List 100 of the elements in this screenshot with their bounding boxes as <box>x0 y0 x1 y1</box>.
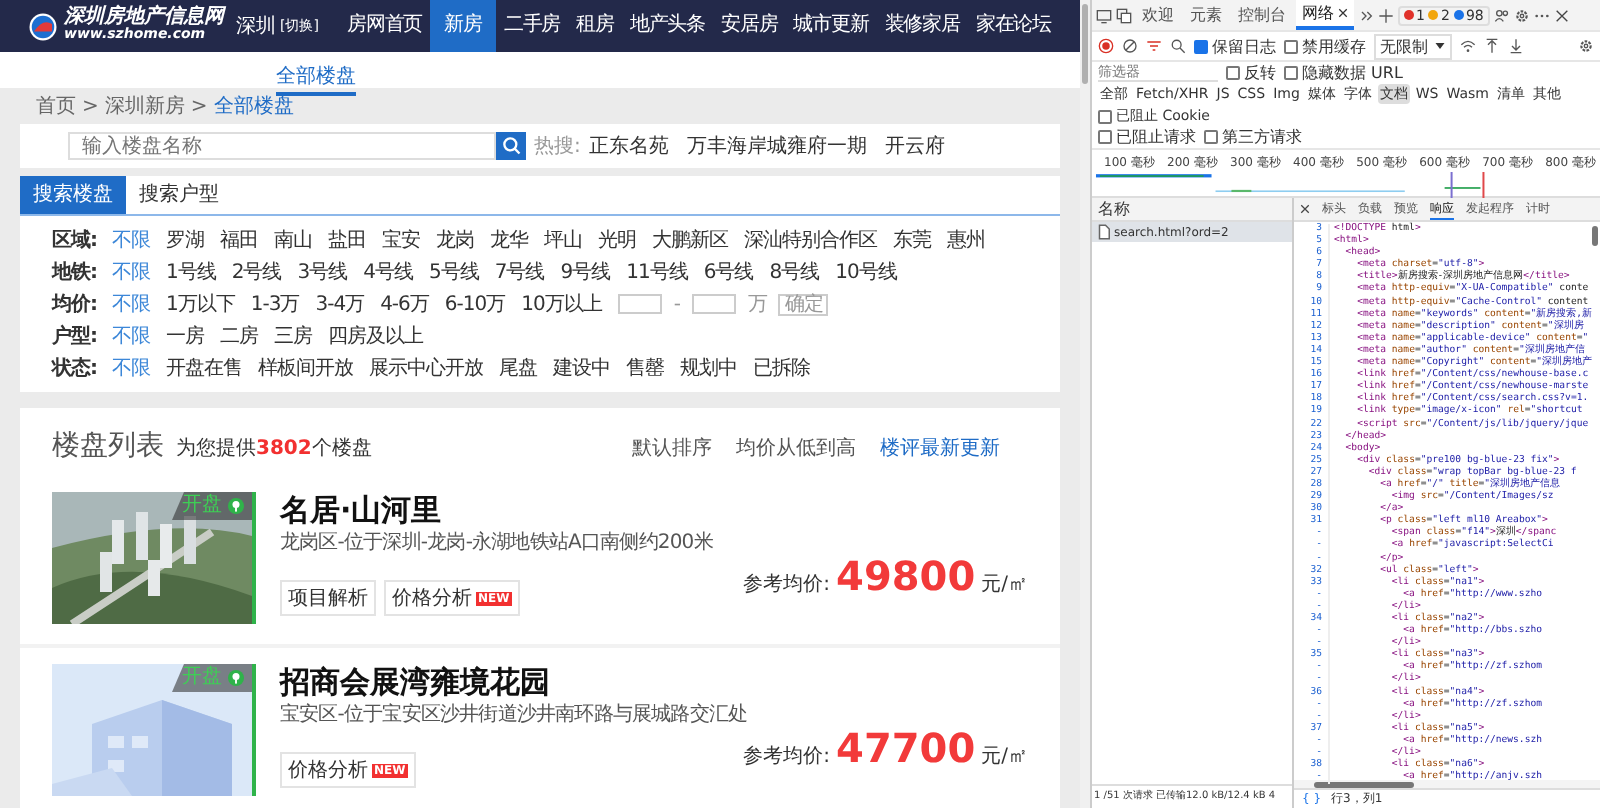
filter-option[interactable]: 南山 <box>274 226 312 254</box>
nav-item[interactable]: 城市更新 <box>785 0 877 52</box>
filter-option[interactable]: 尾盘 <box>499 354 537 382</box>
filter-option[interactable]: 罗湖 <box>166 226 204 254</box>
filter-option[interactable]: 2号线 <box>231 258 282 286</box>
filter-option[interactable]: 4号线 <box>363 258 413 286</box>
filter-option[interactable]: 11号线 <box>626 258 688 286</box>
filter-option[interactable]: 7号线 <box>494 258 545 286</box>
filter-option[interactable]: 6号线 <box>703 258 754 286</box>
hot-search-link[interactable]: 正东名苑 <box>588 132 669 160</box>
nav-item[interactable]: 二手房 <box>495 0 569 52</box>
sort-link[interactable]: 楼评最新更新 <box>880 434 1000 462</box>
filter-option[interactable]: 展示中心开放 <box>369 354 483 382</box>
search-tab[interactable]: 搜索户型 <box>126 176 232 214</box>
filter-option[interactable]: 不限 <box>112 354 150 382</box>
settings-icon[interactable] <box>1513 7 1530 23</box>
devtools-tab[interactable]: 欢迎 <box>1136 0 1180 30</box>
filter-option[interactable]: 福田 <box>220 226 258 254</box>
property-name[interactable]: 名居·山河里 <box>280 492 442 528</box>
hot-search-link[interactable]: 开云府 <box>884 132 945 160</box>
filter-option[interactable]: 样板间开放 <box>258 354 353 382</box>
filter-option[interactable]: 10号线 <box>835 258 897 286</box>
checkbox[interactable]: 已阻止请求 <box>1098 126 1196 148</box>
logo-icon[interactable] <box>28 11 58 41</box>
filter-option[interactable]: 深汕特别合作区 <box>744 226 877 254</box>
filter-option[interactable]: 3号线 <box>297 258 348 286</box>
filter-option[interactable]: 已拆除 <box>753 354 810 382</box>
devtools-tab[interactable]: 网络 <box>1296 0 1354 30</box>
record-icon[interactable] <box>1098 38 1114 54</box>
filter-option[interactable]: 四房及以上 <box>328 322 423 350</box>
devtools-tab[interactable]: 控制台 <box>1232 0 1292 30</box>
search-icon[interactable] <box>1170 38 1186 54</box>
checkbox[interactable]: 反转 <box>1226 62 1276 84</box>
filter-icon[interactable] <box>1146 38 1162 54</box>
search-field[interactable]: 输入楼盘名称 <box>68 132 496 160</box>
checkbox[interactable]: 隐藏数据 URL <box>1284 62 1403 84</box>
filter-option[interactable]: 龙岗 <box>436 226 474 254</box>
filter-option[interactable]: 光明 <box>598 226 636 254</box>
more-tabs-icon[interactable] <box>1358 7 1374 23</box>
filter-option[interactable]: 9号线 <box>560 258 611 286</box>
scrollbar[interactable] <box>1294 780 1600 788</box>
settings-icon[interactable] <box>1578 38 1594 54</box>
filter-option[interactable]: 不限 <box>112 290 150 318</box>
devtools-tab[interactable]: 元素 <box>1184 0 1228 30</box>
close-icon[interactable] <box>1553 7 1570 23</box>
filter-option[interactable]: 坪山 <box>544 226 582 254</box>
filter-option[interactable]: 大鹏新区 <box>652 226 728 254</box>
filter-option[interactable]: 盐田 <box>328 226 366 254</box>
download-icon[interactable] <box>1508 38 1524 54</box>
filter-option[interactable]: 建设中 <box>553 354 610 382</box>
filter-option[interactable]: 售罄 <box>626 354 664 382</box>
price-min-field[interactable] <box>617 294 662 314</box>
breadcrumb-link[interactable]: 首页 <box>36 92 76 120</box>
filter-option[interactable]: 二房 <box>220 322 258 350</box>
clear-icon[interactable] <box>1122 38 1138 54</box>
checkbox[interactable]: 禁用缓存 <box>1284 35 1366 57</box>
inspect-icon[interactable] <box>1116 7 1132 23</box>
filter-option[interactable]: 1-3万 <box>250 290 300 318</box>
logo-title[interactable]: 深圳房地产信息网 <box>64 8 224 26</box>
property-name[interactable]: 招商会展湾雍境花园 <box>280 664 550 700</box>
filter-option[interactable]: 龙华 <box>490 226 528 254</box>
nav-item[interactable]: 家在论坛 <box>967 0 1060 52</box>
filter-option[interactable]: 4-6万 <box>380 290 429 318</box>
close-icon[interactable] <box>1300 204 1310 214</box>
filter-option[interactable]: 三房 <box>274 322 312 350</box>
filter-option[interactable]: 1号线 <box>166 258 216 286</box>
nav-item[interactable]: 租房 <box>568 0 622 52</box>
filter-option[interactable]: 宝安 <box>382 226 420 254</box>
filter-option[interactable]: 10万以上 <box>521 290 602 318</box>
filter-option[interactable]: 不限 <box>112 226 150 254</box>
nav-item[interactable]: 装修家居 <box>876 0 968 52</box>
people-icon[interactable] <box>1493 7 1510 23</box>
sort-link[interactable]: 默认排序 <box>632 434 712 462</box>
filter-option[interactable]: 不限 <box>112 258 150 286</box>
price-max-field[interactable] <box>691 294 736 314</box>
nav-item[interactable]: 安居房 <box>713 0 786 52</box>
checkbox[interactable]: 第三方请求 <box>1204 126 1302 148</box>
filter-option[interactable]: 一房 <box>166 322 204 350</box>
search-button[interactable] <box>496 132 526 160</box>
search-tab[interactable]: 搜索楼盘 <box>20 176 126 214</box>
filter-option[interactable]: 惠州 <box>947 226 985 254</box>
hot-search-link[interactable]: 万丰海岸城雍府一期 <box>686 132 867 160</box>
filter-option[interactable]: 开盘在售 <box>166 354 242 382</box>
filter-option[interactable]: 5号线 <box>429 258 479 286</box>
checkbox[interactable]: 保留日志 <box>1194 35 1276 57</box>
add-icon[interactable] <box>1378 7 1394 23</box>
filter-option[interactable]: 不限 <box>112 322 150 350</box>
analysis-tag[interactable]: 项目解析 <box>280 580 376 616</box>
column-header[interactable]: 名称 <box>1092 198 1292 222</box>
nav-item[interactable]: 房网首页 <box>338 0 431 52</box>
nav-item[interactable]: 新房 <box>430 0 496 52</box>
wifi-icon[interactable] <box>1460 38 1476 54</box>
device-icon[interactable] <box>1096 7 1112 23</box>
filter-option[interactable]: 6-10万 <box>444 290 506 318</box>
filter-option[interactable]: 1万以下 <box>166 290 235 318</box>
filter-option[interactable]: 规划中 <box>680 354 737 382</box>
breadcrumb-link[interactable]: 全部楼盘 <box>213 92 294 120</box>
upload-icon[interactable] <box>1484 38 1500 54</box>
filter-option[interactable]: 东莞 <box>893 226 931 254</box>
nav-item[interactable]: 地产头条 <box>621 0 714 52</box>
